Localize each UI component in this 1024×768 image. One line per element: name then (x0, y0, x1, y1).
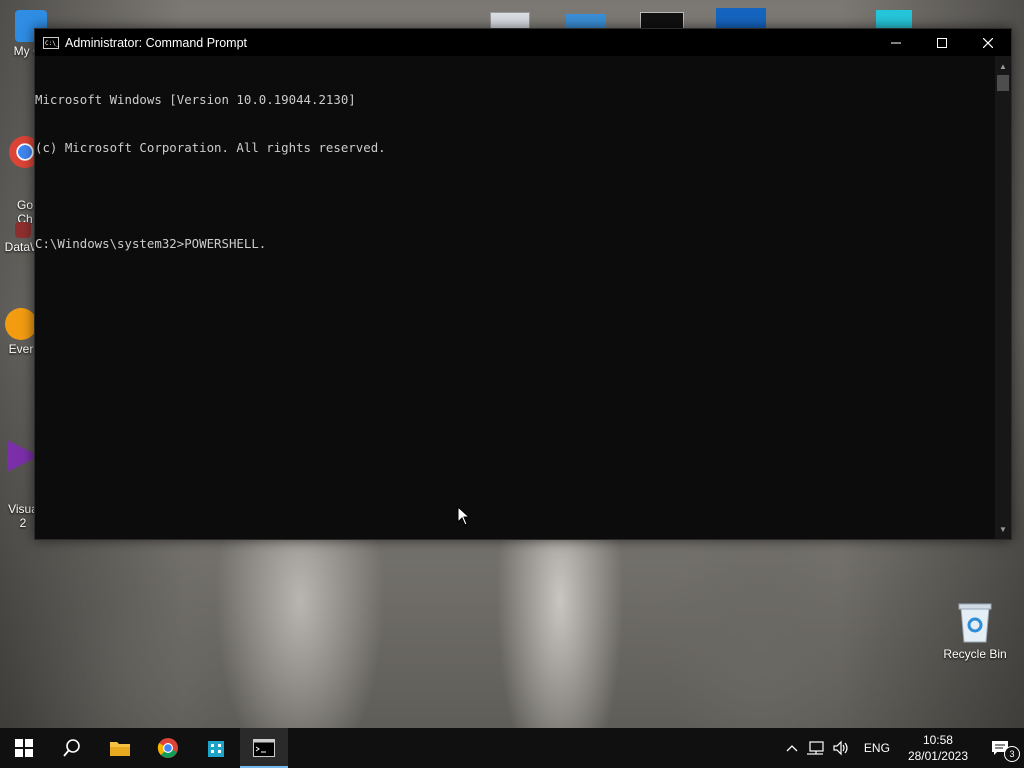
maximize-icon (937, 37, 947, 48)
desktop-icon-top-4[interactable] (716, 8, 766, 28)
taskbar-file-explorer[interactable] (96, 728, 144, 768)
volume-icon (833, 740, 848, 756)
system-tray: ENG 10:58 28/01/2023 3 (782, 728, 1024, 768)
console-output[interactable]: Microsoft Windows [Version 10.0.19044.21… (35, 56, 995, 539)
volume-button[interactable] (828, 728, 854, 768)
desktop-icon-top-5[interactable] (876, 10, 912, 28)
clock-time: 10:58 (922, 733, 953, 747)
chevron-up-icon (786, 745, 798, 752)
desktop-icon-top-2[interactable] (566, 14, 606, 28)
console-prompt-line: C:\Windows\system32>POWERSHELL. (35, 236, 267, 251)
command-prompt-window[interactable]: C:\_ Administrator: Command Prompt Micro… (34, 28, 1012, 540)
desktop-icon-recycle-bin[interactable]: Recycle Bin (940, 600, 1010, 661)
language-indicator[interactable]: ENG (854, 728, 900, 768)
notification-badge: 3 (1004, 746, 1020, 762)
minimize-button[interactable] (873, 29, 919, 56)
console-line: Microsoft Windows [Version 10.0.19044.21… (35, 92, 356, 107)
start-button[interactable] (0, 728, 48, 768)
recycle-bin-label: Recycle Bin (943, 647, 1007, 661)
scroll-up-icon[interactable]: ▲ (995, 58, 1011, 74)
scroll-down-icon[interactable]: ▼ (995, 521, 1011, 537)
windows-icon (15, 739, 33, 757)
console-line: (c) Microsoft Corporation. All rights re… (35, 140, 386, 155)
taskbar: ENG 10:58 28/01/2023 3 (0, 728, 1024, 768)
scrollbar-thumb[interactable] (997, 75, 1009, 91)
action-center-button[interactable]: 3 (976, 728, 1024, 768)
taskbar-command-prompt[interactable] (240, 728, 288, 768)
show-hidden-icons-button[interactable] (782, 728, 802, 768)
search-icon (63, 739, 80, 757)
everything-icon (5, 308, 37, 340)
window-titlebar[interactable]: C:\_ Administrator: Command Prompt (35, 29, 1011, 56)
window-title: Administrator: Command Prompt (65, 35, 248, 50)
cmd-icon (253, 739, 275, 757)
close-button[interactable] (965, 29, 1011, 56)
taskbar-app-blue[interactable] (192, 728, 240, 768)
datawrangler-icon (15, 222, 31, 238)
minimize-icon (891, 42, 901, 43)
search-button[interactable] (48, 728, 96, 768)
cmd-app-icon: C:\_ (43, 36, 59, 49)
mouse-cursor-icon (457, 506, 471, 526)
building-icon (208, 741, 224, 757)
close-icon (983, 37, 993, 48)
clock[interactable]: 10:58 28/01/2023 (900, 732, 976, 764)
vertical-scrollbar[interactable]: ▲ ▼ (995, 56, 1011, 539)
network-button[interactable] (802, 728, 828, 768)
taskbar-chrome[interactable] (144, 728, 192, 768)
folder-icon (110, 742, 130, 756)
recycle-bin-icon (958, 603, 992, 643)
maximize-button[interactable] (919, 29, 965, 56)
chrome-icon (157, 738, 178, 758)
clock-date: 28/01/2023 (907, 749, 968, 763)
network-icon (806, 741, 824, 755)
